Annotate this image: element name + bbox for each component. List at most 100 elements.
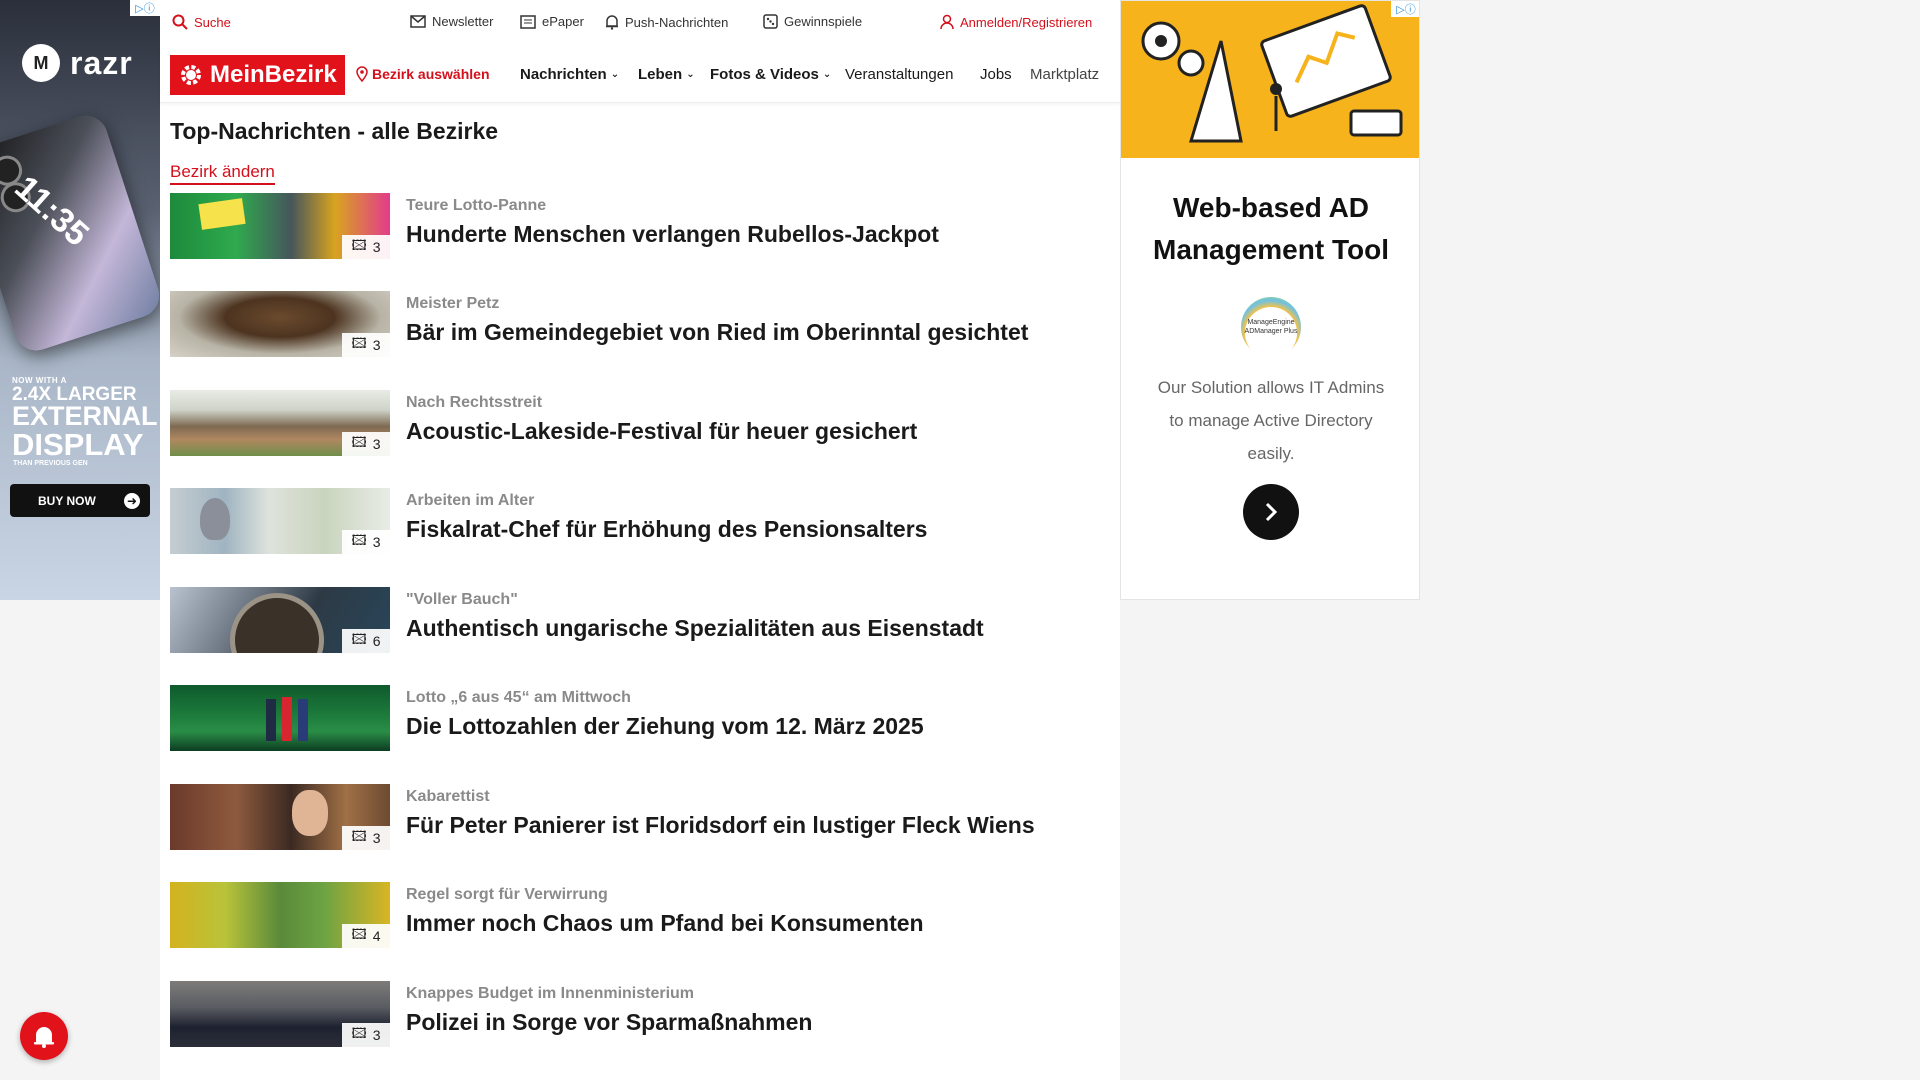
- article-item[interactable]: 🖾 3 Teure Lotto-Panne Hunderte Menschen v…: [170, 193, 1090, 261]
- ad-headline-line3: DISPLAY: [12, 426, 144, 462]
- search-link[interactable]: Suche: [172, 14, 231, 30]
- district-select[interactable]: Bezirk auswählen: [356, 66, 490, 82]
- article-headline[interactable]: Für Peter Panierer ist Floridsdorf ein l…: [406, 812, 1035, 839]
- ad-title: Web-based AD Management Tool: [1121, 187, 1419, 271]
- nav-item-veranstaltungen[interactable]: Veranstaltungen: [845, 66, 953, 83]
- gallery-icon: 🖾: [351, 631, 367, 647]
- ad-description-line1: Our Solution allows IT Admins: [1157, 378, 1385, 397]
- article-headline[interactable]: Polizei in Sorge vor Sparmaßnahmen: [406, 1009, 812, 1036]
- ad-cta-button[interactable]: [1243, 484, 1299, 540]
- nav-item-label: Veranstaltungen: [845, 66, 954, 83]
- left-advertisement[interactable]: ▷ⓘ M razr 11:35 NOW WITH A 2.4X LARGER E…: [0, 0, 160, 600]
- nav-item-marktplatz[interactable]: Marktplatz: [1030, 66, 1105, 83]
- ad-headline: 2.4X LARGER EXTERNAL DISPLAY: [12, 385, 158, 462]
- ad-description-line3: easily.: [1247, 444, 1295, 463]
- nav-item-label: Leben: [638, 66, 683, 83]
- article-thumbnail[interactable]: 🖾 3: [170, 784, 390, 850]
- article-kicker: Lotto „6 aus 45“ am Mittwoch: [406, 689, 631, 706]
- article-headline[interactable]: Bär im Gemeindegebiet von Ried im Oberin…: [406, 319, 1028, 346]
- article-thumbnail[interactable]: 🖾 3: [170, 291, 390, 357]
- ad-sub-text: THAN PREVIOUS GEN: [13, 460, 88, 467]
- gallery-icon: 🖾: [351, 1025, 367, 1041]
- photo-count: 3: [372, 534, 381, 550]
- change-district-link[interactable]: Bezirk ändern: [170, 162, 275, 185]
- nav-item-label: Fotos & Videos: [710, 66, 819, 83]
- newsletter-label: Newsletter: [432, 14, 494, 29]
- article-item[interactable]: 🖾 3 Arbeiten im Alter Fiskalrat-Chef für …: [170, 488, 1090, 556]
- push-label: Push-Nachrichten: [625, 14, 729, 30]
- nav-item-jobs[interactable]: Jobs: [980, 66, 1012, 83]
- article-item[interactable]: 🖾 3 Nach Rechtsstreit Acoustic-Lakeside-F…: [170, 390, 1090, 458]
- district-select-label: Bezirk auswählen: [372, 66, 490, 82]
- newsletter-link[interactable]: Newsletter: [410, 14, 493, 29]
- buy-now-button[interactable]: BUY NOW ➜: [10, 484, 150, 517]
- adchoices-icon[interactable]: ▷ⓘ: [130, 0, 160, 16]
- login-label: Anmelden/Registrieren: [960, 14, 1093, 30]
- article-item[interactable]: 🖾 3 Kabarettist Für Peter Panierer ist Fl…: [170, 784, 1090, 852]
- photo-count: 3: [372, 436, 381, 452]
- nav-item-nachrichten[interactable]: Nachrichten ⌄: [520, 66, 619, 83]
- article-thumbnail[interactable]: 🖾 4: [170, 882, 390, 948]
- presenter-figure: [266, 699, 276, 741]
- article-kicker: Teure Lotto-Panne: [406, 197, 547, 214]
- article-item[interactable]: 🖾 3 Knappes Budget im Innenministerium Po…: [170, 981, 1090, 1049]
- chevron-down-icon: ⌄: [610, 69, 620, 80]
- article-item[interactable]: Lotto „6 aus 45“ am Mittwoch Die Lottoza…: [170, 685, 1090, 753]
- photo-count: 6: [372, 633, 381, 649]
- newspaper-icon: [520, 14, 536, 29]
- phone-image: 11:35: [0, 109, 160, 357]
- article-thumbnail[interactable]: 🖾 3: [170, 488, 390, 554]
- article-kicker: "Voller Bauch": [406, 591, 518, 608]
- ad-title-line2: Management Tool: [1153, 234, 1389, 265]
- motorola-logo-icon: M: [22, 44, 60, 82]
- article-kicker: Regel sorgt für Verwirrung: [406, 886, 608, 903]
- article-item[interactable]: 🖾 3 Meister Petz Bär im Gemeindegebiet vo…: [170, 291, 1090, 359]
- article-headline[interactable]: Fiskalrat-Chef für Erhöhung des Pensions…: [406, 516, 927, 543]
- photo-count: 3: [372, 1027, 381, 1043]
- gallery-icon: 🖾: [351, 335, 367, 351]
- chevron-right-icon: [1265, 502, 1278, 522]
- search-label: Suche: [194, 14, 231, 30]
- article-headline[interactable]: Acoustic-Lakeside-Festival für heuer ges…: [406, 418, 917, 445]
- user-icon: [940, 14, 954, 30]
- photo-count: 4: [372, 928, 381, 944]
- epaper-link[interactable]: ePaper: [520, 14, 584, 29]
- article-headline[interactable]: Immer noch Chaos um Pfand bei Konsumente…: [406, 910, 924, 937]
- nav-item-leben[interactable]: Leben ⌄: [638, 66, 695, 83]
- logo-line2: ADManager Plus: [1244, 328, 1298, 335]
- article-headline[interactable]: Hunderte Menschen verlangen Rubellos-Jac…: [406, 221, 939, 248]
- photo-count-badge: 🖾 3: [342, 235, 390, 259]
- article-thumbnail[interactable]: 🖾 3: [170, 981, 390, 1047]
- article-thumbnail[interactable]: [170, 685, 390, 751]
- gallery-icon: 🖾: [351, 434, 367, 450]
- photo-count-badge: 🖾 3: [342, 826, 390, 850]
- article-headline[interactable]: Die Lottozahlen der Ziehung vom 12. März…: [406, 713, 924, 740]
- mail-icon: [410, 15, 426, 28]
- article-item[interactable]: 🖾 6 "Voller Bauch" Authentisch ungarische…: [170, 587, 1090, 655]
- arrow-right-icon: ➜: [124, 492, 140, 509]
- dice-icon: [763, 14, 778, 29]
- gallery-icon: 🖾: [351, 532, 367, 548]
- article-item[interactable]: 🖾 4 Regel sorgt für Verwirrung Immer noch…: [170, 882, 1090, 950]
- right-advertisement[interactable]: ▷ⓘ Web-based AD Management Tool ManageEn…: [1120, 0, 1420, 600]
- nav-item-label: Marktplatz: [1030, 66, 1100, 83]
- article-headline[interactable]: Authentisch ungarische Spezialitäten aus…: [406, 615, 984, 642]
- meinbezirk-logo[interactable]: MeinBezirk: [170, 55, 345, 95]
- push-notifications-link[interactable]: Push-Nachrichten: [605, 14, 728, 30]
- nav-item-fotos-videos[interactable]: Fotos & Videos ⌄: [710, 66, 831, 83]
- notification-bell-button[interactable]: [20, 1012, 68, 1060]
- ad-title-line1: Web-based AD: [1172, 192, 1370, 223]
- figure-image: [200, 498, 230, 540]
- photo-count-badge: 🖾 3: [342, 432, 390, 456]
- article-thumbnail[interactable]: 🖾 3: [170, 193, 390, 259]
- adchoices-icon[interactable]: ▷ⓘ: [1391, 1, 1419, 17]
- photo-count-badge: 🖾 6: [342, 629, 390, 653]
- main-navigation: MeinBezirk Bezirk auswählen Nachrichten …: [160, 46, 1120, 103]
- manageengine-logo: ManageEngine ADManager Plus: [1241, 297, 1301, 357]
- login-link[interactable]: Anmelden/Registrieren: [940, 14, 1092, 30]
- article-thumbnail[interactable]: 🖾 6: [170, 587, 390, 653]
- bell-icon: [34, 1027, 54, 1048]
- article-thumbnail[interactable]: 🖾 3: [170, 390, 390, 456]
- bell-icon: [605, 14, 619, 30]
- giveaways-link[interactable]: Gewinnspiele: [763, 14, 862, 29]
